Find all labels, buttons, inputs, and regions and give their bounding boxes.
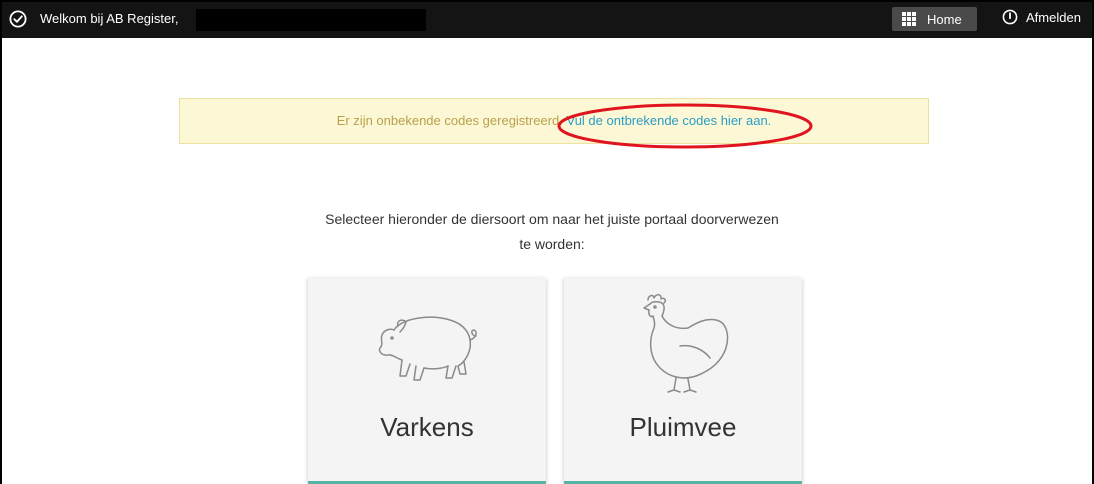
fill-missing-codes-link[interactable]: Vul de ontbrekende codes hier aan.	[567, 113, 772, 128]
pluimvee-label: Pluimvee	[629, 412, 737, 442]
home-label: Home	[927, 11, 962, 27]
chicken-icon	[643, 294, 729, 393]
pig-icon	[378, 316, 477, 381]
varkens-label: Varkens	[380, 412, 474, 442]
logout-label: Afmelden	[1026, 9, 1081, 25]
instruction-line-2: te worden:	[519, 236, 585, 252]
pluimvee-card[interactable]: Pluimvee	[564, 278, 802, 484]
redacted-user-name	[196, 9, 426, 31]
unknown-codes-alert: Er zijn onbekende codes geregistreerd. V…	[179, 98, 929, 144]
instruction-text: Selecteer hieronder de diersoort om naar…	[252, 207, 852, 257]
logout-button[interactable]: Afmelden	[1002, 9, 1081, 25]
app-window: Welkom bij AB Register, Home Afmelden Er…	[0, 0, 1094, 484]
check-circle-icon	[9, 10, 27, 28]
home-button[interactable]: Home	[892, 7, 977, 31]
welcome-text: Welkom bij AB Register,	[40, 11, 179, 26]
power-icon	[1002, 9, 1018, 25]
apps-grid-icon	[902, 12, 916, 26]
alert-message: Er zijn onbekende codes geregistreerd.	[336, 113, 563, 128]
varkens-card[interactable]: Varkens	[308, 278, 546, 484]
top-navigation-bar: Welkom bij AB Register, Home Afmelden	[2, 2, 1092, 38]
instruction-line-1: Selecteer hieronder de diersoort om naar…	[325, 211, 779, 227]
